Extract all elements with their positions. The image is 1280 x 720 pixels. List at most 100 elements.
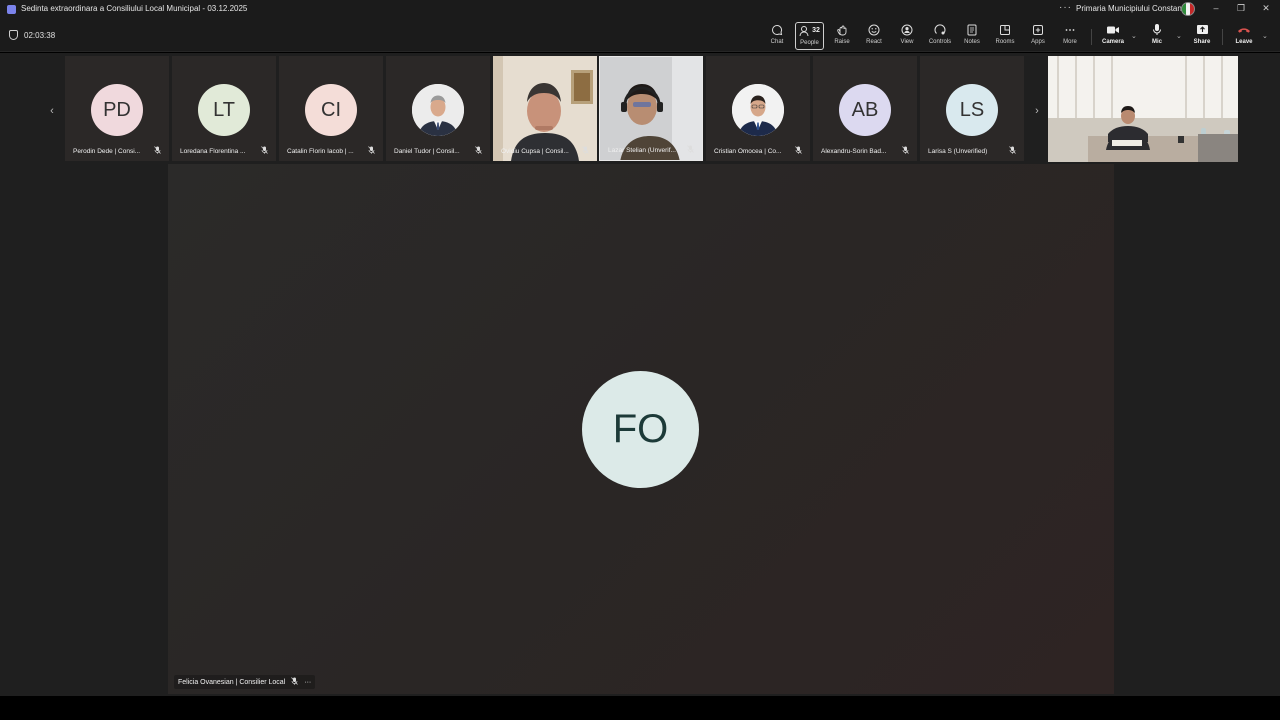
chat-button[interactable]: Chat: [762, 22, 792, 50]
participant-avatar: LS: [946, 84, 998, 136]
camera-icon: [1106, 22, 1120, 37]
ellipsis-icon: [1064, 22, 1076, 37]
rooms-button[interactable]: Rooms: [990, 22, 1020, 50]
participant-tile[interactable]: PD Perodin Dede | Consi...: [65, 56, 169, 161]
main-speaker-tile[interactable]: FO Felicia Ovanesian | Consilier Local ·…: [168, 164, 1114, 694]
participant-avatar: LT: [198, 84, 250, 136]
mic-off-icon: [291, 677, 299, 687]
chat-label: Chat: [770, 39, 784, 45]
participant-avatar: CI: [305, 84, 357, 136]
meeting-toolbar: 02:03:38 Chat 32 People Raise React View: [0, 19, 1280, 52]
mic-off-icon: [687, 145, 694, 155]
notes-label: Notes: [964, 39, 980, 45]
mic-off-icon: [1009, 146, 1016, 156]
people-button[interactable]: 32 People: [795, 22, 824, 50]
main-speaker-label: Felicia Ovanesian | Consilier Local ···: [174, 675, 316, 689]
timer-value: 02:03:38: [24, 30, 56, 40]
mic-options-chevron-icon[interactable]: ⌄: [1176, 32, 1182, 40]
microphone-icon: [1152, 22, 1162, 37]
leave-options-chevron-icon[interactable]: ⌄: [1262, 32, 1268, 40]
shield-icon: [9, 30, 18, 40]
participant-photo-avatar: [732, 84, 784, 136]
people-label: People: [800, 40, 819, 46]
participant-name: Alexandru-Sorin Bad...: [821, 148, 887, 155]
organization-name[interactable]: Primaria Municipiului Constanta: [1076, 4, 1189, 13]
participant-avatar: AB: [839, 84, 891, 136]
participant-tile[interactable]: CI Catalin Florin Iacob | ...: [279, 56, 383, 161]
self-video-preview[interactable]: [1048, 56, 1238, 162]
react-label: React: [866, 39, 882, 45]
hang-up-icon: [1237, 22, 1251, 37]
camera-button[interactable]: Camera: [1098, 22, 1128, 50]
people-icon: 32: [799, 23, 820, 38]
camera-options-chevron-icon[interactable]: ⌄: [1131, 32, 1137, 40]
participant-name: Perodin Dede | Consi...: [73, 148, 141, 155]
participant-avatar: PD: [91, 84, 143, 136]
mic-off-icon: [902, 146, 909, 156]
participant-name: Loredana Florentina ...: [180, 148, 246, 155]
mic-off-icon: [154, 146, 161, 156]
restore-button[interactable]: ❐: [1234, 3, 1248, 14]
teams-app-icon: [7, 5, 16, 14]
title-bar: Sedinta extraordinara a Consiliului Loca…: [0, 0, 1280, 19]
mic-button[interactable]: Mic: [1142, 22, 1172, 50]
rooms-label: Rooms: [995, 39, 1015, 45]
window-title: Sedinta extraordinara a Consiliului Loca…: [21, 4, 248, 13]
participant-name: Catalin Florin Iacob | ...: [287, 148, 354, 155]
bottom-bar: [0, 696, 1280, 720]
participant-tile[interactable]: Daniel Tudor | Consil...: [386, 56, 490, 161]
close-window-button[interactable]: ✕: [1259, 3, 1273, 14]
minimize-button[interactable]: –: [1209, 3, 1223, 13]
organization-avatar[interactable]: [1181, 2, 1195, 16]
mic-off-icon: [795, 146, 802, 156]
meeting-stage: ‹ › PD Perodin Dede | Consi... LT Loreda…: [0, 53, 1280, 696]
hand-icon: [836, 22, 848, 37]
notes-button[interactable]: Notes: [957, 22, 987, 50]
mic-off-icon: [475, 146, 482, 156]
more-options-icon[interactable]: ···: [1059, 2, 1072, 13]
mic-label: Mic: [1151, 39, 1162, 45]
strip-prev-arrow-icon[interactable]: ‹: [44, 105, 60, 117]
controls-icon: [934, 22, 946, 37]
participant-name: Cristian Omocea | Co...: [714, 148, 782, 155]
apps-button[interactable]: Apps: [1023, 22, 1053, 50]
controls-button[interactable]: Controls: [925, 22, 955, 50]
participant-tile[interactable]: LS Larisa S (Unverified): [920, 56, 1024, 161]
raise-label: Raise: [834, 39, 850, 45]
rooms-icon: [999, 22, 1011, 37]
participant-name: Daniel Tudor | Consil...: [394, 148, 460, 155]
view-label: View: [900, 39, 914, 45]
apps-plus-icon: [1032, 22, 1044, 37]
participant-name: Ovidiu Cupsa | Consil...: [501, 148, 569, 155]
share-icon: [1196, 22, 1209, 37]
view-button[interactable]: View: [892, 22, 922, 50]
apps-label: Apps: [1031, 39, 1045, 45]
toolbar-divider: [1091, 29, 1092, 45]
participant-tile[interactable]: LT Loredana Florentina ...: [172, 56, 276, 161]
more-button[interactable]: More: [1055, 22, 1085, 50]
view-icon: [901, 22, 913, 37]
camera-label: Camera: [1101, 39, 1124, 45]
leave-label: Leave: [1235, 39, 1253, 45]
participant-tile[interactable]: Cristian Omocea | Co...: [706, 56, 810, 161]
share-label: Share: [1193, 39, 1211, 45]
react-button[interactable]: React: [859, 22, 889, 50]
participant-video-tile[interactable]: Lazar Stelian (Unverif...: [599, 56, 703, 161]
more-label: More: [1063, 39, 1077, 45]
controls-label: Controls: [928, 39, 952, 45]
people-count: 32: [812, 27, 820, 34]
meeting-timer: 02:03:38: [9, 30, 55, 40]
participant-tile[interactable]: AB Alexandru-Sorin Bad...: [813, 56, 917, 161]
raise-hand-button[interactable]: Raise: [827, 22, 857, 50]
room-video-feed: [1048, 56, 1238, 162]
share-button[interactable]: Share: [1187, 22, 1217, 50]
participant-photo-avatar: [412, 84, 464, 136]
participant-video-tile[interactable]: Ovidiu Cupsa | Consil...: [493, 56, 597, 161]
leave-button[interactable]: Leave: [1229, 22, 1259, 50]
strip-next-arrow-icon[interactable]: ›: [1029, 105, 1045, 117]
chat-icon: [771, 22, 783, 37]
smiley-icon: [868, 22, 880, 37]
notes-icon: [967, 22, 977, 37]
participant-name: Lazar Stelian (Unverif...: [608, 147, 676, 154]
participant-options-icon[interactable]: ···: [304, 679, 311, 686]
